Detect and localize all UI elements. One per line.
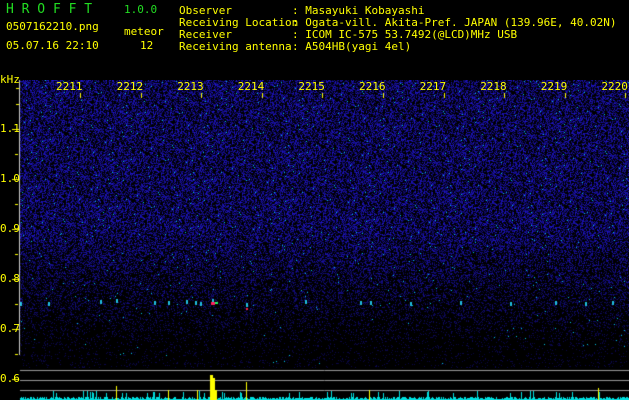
x-tick-label: 2219 [540, 80, 568, 93]
x-tick-label: 2212 [116, 80, 144, 93]
app-version: 1.0.0 [124, 3, 158, 16]
x-tick-label: 2214 [237, 80, 265, 93]
x-tick-label: 2220 [601, 80, 628, 93]
info-key: Receiving antenna [179, 40, 292, 53]
meteor-label: meteor [124, 25, 164, 38]
x-tick-label: 2213 [177, 80, 204, 93]
y-tick-label: 1.0 [0, 172, 20, 185]
y-tick-label: 1.1 [0, 122, 20, 135]
file-datetime: 05.07.16 22:10 [6, 39, 99, 52]
x-tick-label: 2218 [480, 80, 507, 93]
y-tick-label: 0.6 [0, 372, 20, 385]
axis-lines [0, 60, 629, 400]
x-tick-label: 2215 [298, 80, 325, 93]
y-tick-label: 0.9 [0, 222, 20, 235]
x-tick-label: 2217 [419, 80, 447, 93]
file-name: 0507162210.png [6, 20, 99, 33]
y-unit-label: kHz [0, 73, 20, 86]
meteor-count: 12 [140, 39, 154, 52]
info-value: : A504HB(yagi 4el) [292, 40, 412, 53]
x-tick-label: 2211 [56, 80, 83, 93]
y-tick-label: 0.7 [0, 322, 20, 335]
app-title: H R O F F T [6, 2, 93, 17]
x-tick-label: 2216 [359, 80, 386, 93]
y-tick-label: 0.8 [0, 272, 20, 285]
